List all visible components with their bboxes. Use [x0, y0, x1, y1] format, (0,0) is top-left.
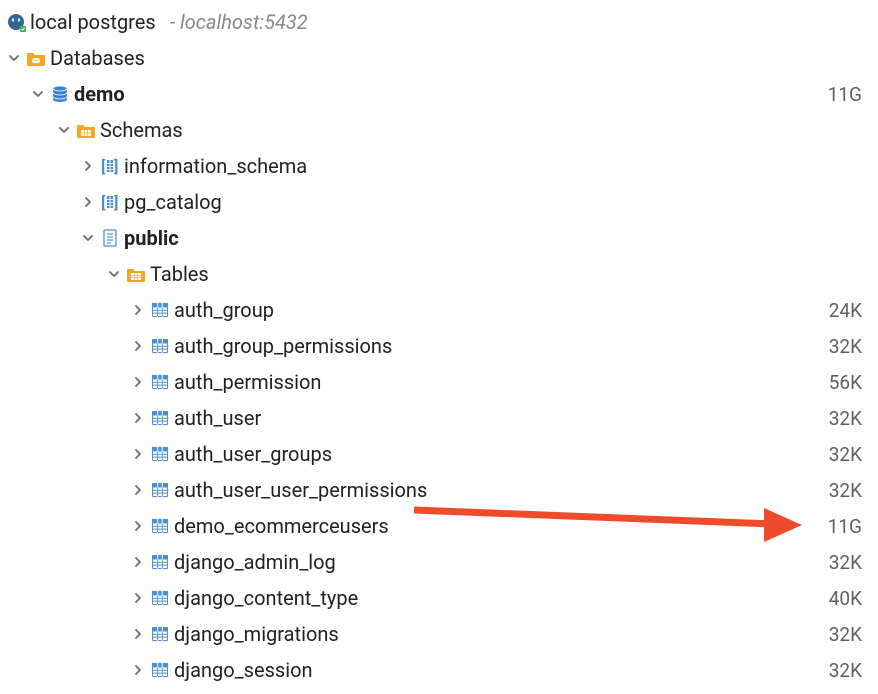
table-row[interactable]: auth_user_user_permissions 32K [0, 472, 878, 508]
database-icon [50, 84, 70, 104]
database-name: demo [74, 82, 125, 106]
table-row[interactable]: demo_ecommerceusers 11G [0, 508, 878, 544]
table-name: demo_ecommerceusers [174, 514, 389, 538]
table-name: auth_user_user_permissions [174, 478, 427, 502]
table-name: django_migrations [174, 622, 339, 646]
chevron-right-icon[interactable] [130, 482, 146, 498]
table-name: auth_group_permissions [174, 334, 392, 358]
table-row[interactable]: django_session 32K [0, 652, 878, 688]
table-icon [150, 444, 170, 464]
table-icon [150, 300, 170, 320]
table-icon [150, 408, 170, 428]
chevron-down-icon[interactable] [56, 122, 72, 138]
table-icon [150, 660, 170, 680]
table-name: auth_user_groups [174, 442, 332, 466]
schema-icon: [ ] [100, 156, 120, 176]
chevron-right-icon[interactable] [130, 554, 146, 570]
schema-name: information_schema [124, 154, 307, 178]
chevron-right-icon[interactable] [130, 338, 146, 354]
database-size: 11G [828, 83, 862, 106]
databases-folder-icon [26, 48, 46, 68]
tables-folder-icon [126, 264, 146, 284]
svg-text:[: [ [101, 193, 106, 212]
table-size: 32K [829, 623, 862, 646]
table-name: django_content_type [174, 586, 358, 610]
table-size: 32K [829, 443, 862, 466]
schema-name: public [124, 226, 179, 250]
table-icon [150, 516, 170, 536]
tables-node[interactable]: Tables [0, 256, 878, 292]
connection-row[interactable]: local postgres - localhost:5432 [0, 4, 878, 40]
schemas-label: Schemas [100, 118, 183, 142]
table-row[interactable]: auth_user 32K [0, 400, 878, 436]
schema-pg-catalog[interactable]: [ ] pg_catalog [0, 184, 878, 220]
table-size: 40K [829, 587, 862, 610]
table-name: auth_user [174, 406, 261, 430]
table-row[interactable]: django_content_type 40K [0, 580, 878, 616]
table-size: 11G [828, 515, 862, 538]
connection-name: local postgres [30, 10, 156, 34]
table-name: auth_permission [174, 370, 321, 394]
table-name: auth_group [174, 298, 274, 322]
postgres-elephant-icon [6, 12, 26, 32]
chevron-down-icon[interactable] [106, 266, 122, 282]
chevron-right-icon[interactable] [130, 446, 146, 462]
schema-name: pg_catalog [124, 190, 222, 214]
table-icon [150, 588, 170, 608]
table-row[interactable]: auth_user_groups 32K [0, 436, 878, 472]
schema-public[interactable]: public [0, 220, 878, 256]
chevron-down-icon[interactable] [6, 50, 22, 66]
databases-node[interactable]: Databases [0, 40, 878, 76]
svg-text:[: [ [101, 157, 106, 176]
table-row[interactable]: auth_group 24K [0, 292, 878, 328]
svg-text:]: ] [114, 193, 118, 212]
table-icon [150, 480, 170, 500]
chevron-right-icon[interactable] [130, 518, 146, 534]
table-size: 32K [829, 479, 862, 502]
table-icon [150, 372, 170, 392]
chevron-right-icon[interactable] [130, 410, 146, 426]
schemas-node[interactable]: Schemas [0, 112, 878, 148]
table-icon [150, 624, 170, 644]
chevron-right-icon[interactable] [80, 158, 96, 174]
table-row[interactable]: django_migrations 32K [0, 616, 878, 652]
chevron-right-icon[interactable] [130, 662, 146, 678]
database-tree: local postgres - localhost:5432 Database… [0, 0, 878, 692]
tables-label: Tables [150, 262, 209, 286]
schema-information-schema[interactable]: [ ] information_schema [0, 148, 878, 184]
table-row[interactable]: auth_group_permissions 32K [0, 328, 878, 364]
table-row[interactable]: auth_permission 56K [0, 364, 878, 400]
chevron-right-icon[interactable] [80, 194, 96, 210]
chevron-right-icon[interactable] [130, 374, 146, 390]
table-name: django_session [174, 658, 313, 682]
table-size: 32K [829, 659, 862, 682]
table-size: 32K [829, 407, 862, 430]
database-demo[interactable]: demo 11G [0, 76, 878, 112]
table-size: 32K [829, 335, 862, 358]
table-name: django_admin_log [174, 550, 336, 574]
connection-host: - localhost:5432 [170, 10, 308, 34]
table-icon [150, 336, 170, 356]
schema-icon [100, 228, 120, 248]
chevron-right-icon[interactable] [130, 590, 146, 606]
table-size: 56K [829, 371, 862, 394]
chevron-down-icon[interactable] [80, 230, 96, 246]
table-icon [150, 552, 170, 572]
table-row[interactable]: django_admin_log 32K [0, 544, 878, 580]
databases-label: Databases [50, 46, 145, 70]
svg-text:]: ] [114, 157, 118, 176]
chevron-right-icon[interactable] [130, 626, 146, 642]
chevron-down-icon[interactable] [30, 86, 46, 102]
schema-icon: [ ] [100, 192, 120, 212]
schemas-folder-icon [76, 120, 96, 140]
table-size: 24K [829, 299, 862, 322]
chevron-right-icon[interactable] [130, 302, 146, 318]
table-size: 32K [829, 551, 862, 574]
